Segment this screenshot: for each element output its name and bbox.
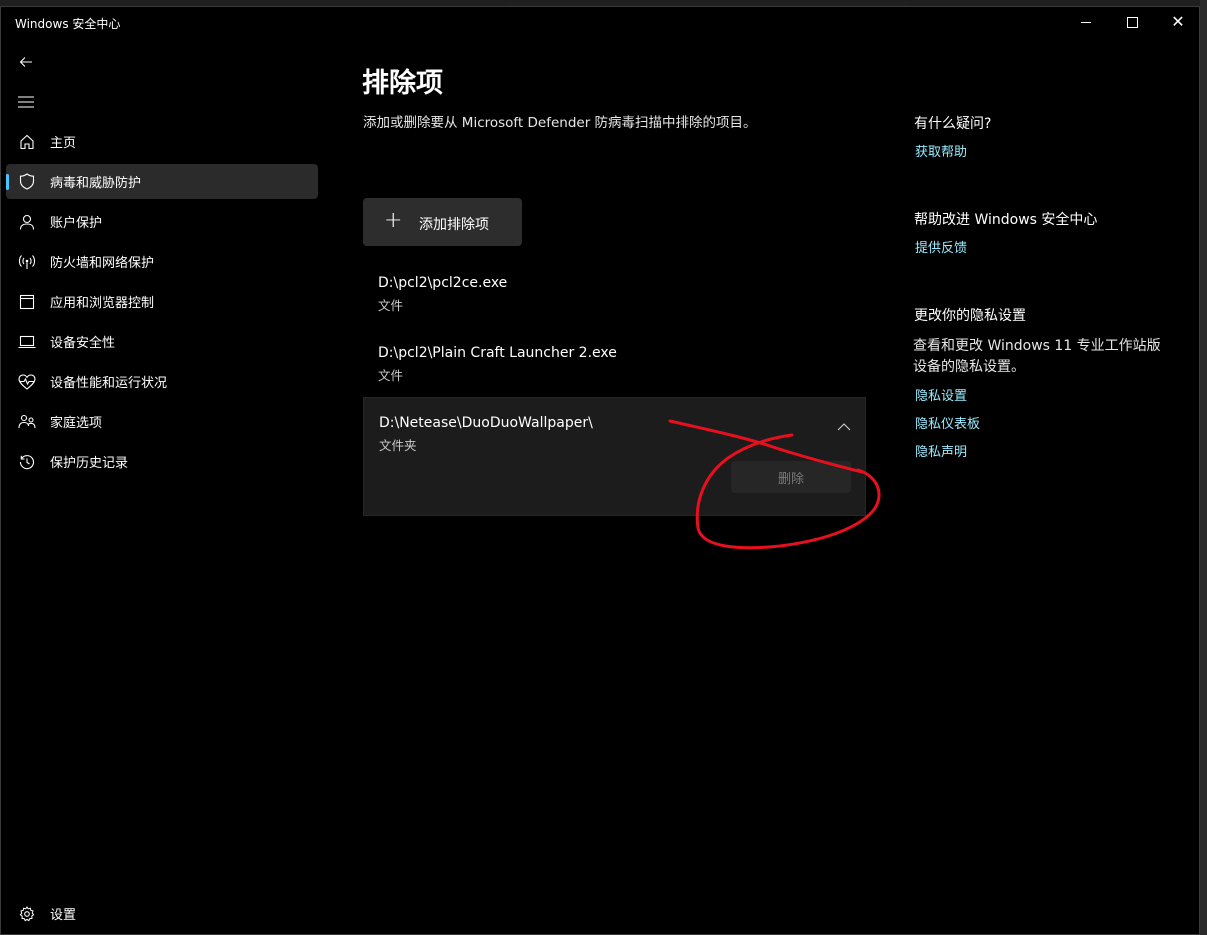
sidebar-item-firewall[interactable]: 防火墙和网络保护: [6, 244, 318, 279]
hamburger-icon: [18, 96, 34, 108]
exclusion-item[interactable]: D:\pcl2\pcl2ce.exe 文件: [363, 263, 866, 323]
exclusion-path: D:\Netease\DuoDuoWallpaper\: [379, 415, 593, 431]
exclusion-item[interactable]: D:\pcl2\Plain Craft Launcher 2.exe 文件: [363, 333, 866, 393]
improve-heading: 帮助改进 Windows 安全中心: [914, 212, 1098, 228]
network-antenna-icon: [18, 253, 36, 271]
privacy-statement-link[interactable]: 隐私声明: [915, 441, 967, 460]
sidebar-item-settings[interactable]: 设置: [6, 896, 318, 931]
sidebar-item-device-performance[interactable]: 设备性能和运行状况: [6, 364, 318, 399]
hamburger-menu-button[interactable]: [11, 87, 41, 117]
privacy-dashboard-link[interactable]: 隐私仪表板: [915, 413, 980, 432]
history-icon: [18, 453, 36, 471]
minimize-button[interactable]: [1063, 7, 1109, 37]
sidebar-item-protection-history[interactable]: 保护历史记录: [6, 444, 318, 479]
add-exclusion-label: 添加排除项: [419, 217, 489, 233]
settings-label: 设置: [50, 908, 77, 923]
minimize-icon: [1081, 21, 1091, 23]
security-center-window: Windows 安全中心 ✕ 主页 病毒和威胁防护 账户保护 防火墙和网络保护 …: [0, 6, 1200, 935]
app-title: Windows 安全中心: [15, 17, 121, 31]
sidebar-item-label: 设备安全性: [50, 336, 116, 351]
sidebar-item-label: 病毒和威胁防护: [50, 176, 142, 191]
remove-button[interactable]: 删除: [731, 461, 851, 493]
page-description: 添加或删除要从 Microsoft Defender 防病毒扫描中排除的项目。: [363, 115, 757, 131]
get-help-link[interactable]: 获取帮助: [915, 141, 967, 160]
sidebar-item-label: 防火墙和网络保护: [50, 256, 155, 271]
title-bar: Windows 安全中心 ✕: [1, 7, 1199, 37]
exclusion-path: D:\pcl2\Plain Craft Launcher 2.exe: [378, 345, 617, 361]
plus-icon: +: [384, 208, 403, 233]
sidebar-item-label: 设备性能和运行状况: [50, 376, 168, 391]
back-button[interactable]: [11, 47, 41, 77]
laptop-icon: [18, 333, 36, 351]
heart-pulse-icon: [18, 373, 36, 391]
active-indicator: [6, 174, 9, 190]
app-browser-icon: [18, 293, 36, 311]
gear-icon: [18, 905, 36, 923]
sidebar-item-device-security[interactable]: 设备安全性: [6, 324, 318, 359]
exclusion-item-expanded[interactable]: D:\Netease\DuoDuoWallpaper\ 文件夹 删除: [363, 397, 866, 516]
sidebar-item-home[interactable]: 主页: [6, 124, 318, 159]
home-icon: [18, 133, 36, 151]
page-title: 排除项: [362, 68, 443, 99]
exclusion-type: 文件: [378, 298, 404, 313]
sidebar-item-family-options[interactable]: 家庭选项: [6, 404, 318, 439]
sidebar-item-label: 家庭选项: [50, 416, 103, 431]
sidebar-item-label: 保护历史记录: [50, 456, 129, 471]
exclusion-path: D:\pcl2\pcl2ce.exe: [378, 275, 508, 291]
family-icon: [18, 413, 36, 431]
add-exclusion-button[interactable]: + 添加排除项: [363, 198, 522, 246]
person-icon: [18, 213, 36, 231]
maximize-icon: [1126, 16, 1138, 28]
back-arrow-icon: [19, 57, 32, 67]
sidebar-item-account-protection[interactable]: 账户保护: [6, 204, 318, 239]
exclusion-type: 文件夹: [379, 438, 417, 453]
exclusion-type: 文件: [378, 368, 404, 383]
sidebar-item-label: 主页: [50, 136, 77, 151]
sidebar-item-app-browser-control[interactable]: 应用和浏览器控制: [6, 284, 318, 319]
chevron-up-icon[interactable]: [837, 420, 851, 434]
close-icon: ✕: [1171, 12, 1185, 31]
privacy-description: 查看和更改 Windows 11 专业工作站版 设备的隐私设置。: [913, 338, 1161, 375]
close-button[interactable]: ✕: [1155, 7, 1201, 37]
background-window-strip: [1200, 0, 1207, 935]
maximize-button[interactable]: [1109, 7, 1155, 37]
help-heading: 有什么疑问?: [914, 116, 992, 132]
sidebar-item-virus-threat-protection[interactable]: 病毒和威胁防护: [6, 164, 318, 199]
privacy-settings-link[interactable]: 隐私设置: [915, 385, 967, 404]
sidebar-item-label: 应用和浏览器控制: [50, 296, 155, 311]
feedback-link[interactable]: 提供反馈: [915, 237, 967, 256]
privacy-heading: 更改你的隐私设置: [914, 308, 1026, 324]
shield-icon: [18, 173, 36, 191]
sidebar-item-label: 账户保护: [50, 216, 103, 231]
